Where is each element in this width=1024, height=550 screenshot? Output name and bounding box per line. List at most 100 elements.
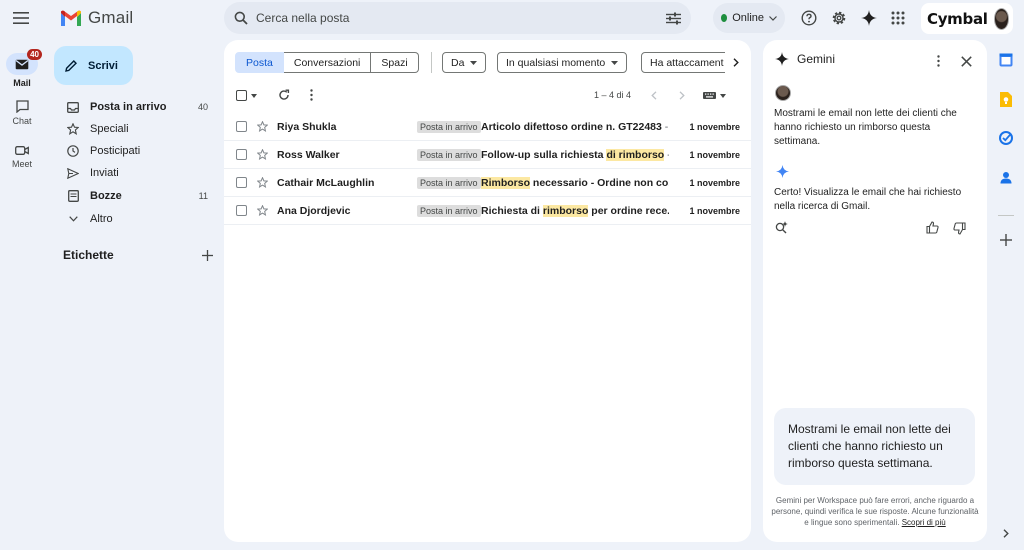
brand-name: Cymbal <box>927 9 988 28</box>
email-row[interactable]: Ross Walker Posta in arrivo Follow-up su… <box>224 141 751 169</box>
email-subject: Rimborso necessario - Ordine non co... <box>481 176 669 189</box>
refresh-button[interactable] <box>278 89 290 101</box>
rail-item-mail[interactable]: 40 Mail <box>0 49 44 88</box>
labels-section: Etichette <box>63 248 213 262</box>
row-checkbox[interactable] <box>236 121 247 132</box>
account-switcher[interactable]: Cymbal <box>921 3 1013 34</box>
email-sender: Ross Walker <box>277 148 340 161</box>
row-checkbox[interactable] <box>236 177 247 188</box>
clock-icon <box>64 145 82 157</box>
gemini-button[interactable] <box>857 6 881 30</box>
star-icon[interactable] <box>257 205 268 216</box>
email-row[interactable]: Cathair McLaughlin Posta in arrivo Rimbo… <box>224 169 751 197</box>
pagination-range: 1 – 4 di 4 <box>594 90 632 100</box>
show-side-panel-button[interactable] <box>994 521 1018 545</box>
search-input[interactable]: Cerca nella posta <box>256 11 666 25</box>
labels-title: Etichette <box>63 248 114 262</box>
disclaimer-text: Gemini per Workspace può fare errori, an… <box>771 496 979 527</box>
user-avatar <box>775 85 791 101</box>
gemini-more-button[interactable] <box>931 54 945 68</box>
email-snippet: - r <box>664 149 669 161</box>
thumbs-up-button[interactable] <box>926 221 939 234</box>
nav-item-inbox[interactable]: Posta in arrivo 40 <box>56 96 216 118</box>
tab-posta[interactable]: Posta <box>235 52 284 73</box>
thumbs-down-button[interactable] <box>953 222 966 235</box>
star-icon <box>64 123 82 135</box>
apps-button[interactable] <box>886 6 910 30</box>
rail-item-meet[interactable]: Meet <box>0 145 44 169</box>
close-icon <box>960 55 972 67</box>
rail-mail-pill: 40 <box>6 49 42 75</box>
nav-item-snoozed[interactable]: Posticipati <box>56 140 216 162</box>
contacts-app-button[interactable] <box>994 165 1018 189</box>
keyboard-icon <box>703 92 716 99</box>
caret-down-icon <box>470 60 478 65</box>
chevron-down-icon <box>769 15 777 21</box>
search-icon[interactable] <box>234 11 248 25</box>
filters-scroll-right[interactable] <box>725 52 747 73</box>
nav-item-drafts[interactable]: Bozze 11 <box>56 185 216 207</box>
nav-item-more[interactable]: Altro <box>56 208 216 230</box>
email-label-chip[interactable]: Posta in arrivo <box>417 176 481 189</box>
search-gmail-button[interactable] <box>775 221 788 234</box>
star-icon[interactable] <box>257 177 268 188</box>
input-tools-button[interactable] <box>703 92 726 99</box>
rail-item-chat[interactable]: Chat <box>0 100 44 126</box>
status-selector[interactable]: Online <box>713 3 785 33</box>
calendar-app-button[interactable] <box>994 48 1018 72</box>
add-label-button[interactable] <box>202 249 213 261</box>
nav-label: Posta in arrivo <box>90 101 167 113</box>
email-subject: Follow-up sulla richiesta di rimborso - … <box>481 148 669 161</box>
prev-page-button[interactable] <box>651 91 657 100</box>
nav-item-sent[interactable]: Inviati <box>56 162 216 184</box>
next-page-button[interactable] <box>679 91 685 100</box>
filter-time[interactable]: In qualsiasi momento <box>497 52 628 73</box>
status-dot <box>721 14 728 22</box>
subject-highlight: di rimborso <box>606 148 665 161</box>
email-sender: Ana Djordjevic <box>277 204 351 217</box>
star-icon[interactable] <box>257 149 268 160</box>
more-vert-icon <box>310 89 313 101</box>
row-checkbox[interactable] <box>236 149 247 160</box>
compose-button[interactable]: Scrivi <box>54 46 133 85</box>
search-bar[interactable]: Cerca nella posta <box>224 2 691 34</box>
email-row[interactable]: Ana Djordjevic Posta in arrivo Richiesta… <box>224 197 751 225</box>
keep-app-button[interactable] <box>994 87 1018 111</box>
filter-from[interactable]: Da <box>442 52 487 73</box>
settings-button[interactable] <box>827 6 851 30</box>
tab-conversazioni[interactable]: Conversazioni <box>283 52 372 73</box>
rail-label: Meet <box>11 159 32 169</box>
caret-down-icon <box>251 93 257 98</box>
email-label-chip[interactable]: Posta in arrivo <box>417 148 481 161</box>
filter-label: Ha attaccament <box>650 56 724 69</box>
tasks-app-button[interactable] <box>994 126 1018 150</box>
calendar-icon <box>999 53 1013 67</box>
email-label-chip[interactable]: Posta in arrivo <box>417 120 481 133</box>
search-options-icon[interactable] <box>666 12 681 25</box>
main-menu-button[interactable] <box>6 4 36 32</box>
gemini-close-button[interactable] <box>959 54 973 68</box>
mail-list-panel: Posta Conversazioni Spazi Da In qualsias… <box>224 40 751 542</box>
email-row[interactable]: Riya Shukla Posta in arrivo Articolo dif… <box>224 113 751 141</box>
more-actions-button[interactable] <box>310 89 313 101</box>
select-all-checkbox[interactable] <box>236 90 257 101</box>
row-checkbox[interactable] <box>236 205 247 216</box>
email-subject: Richiesta di rimborso per ordine rece... <box>481 204 669 217</box>
gemini-sparkle-icon <box>861 10 877 26</box>
tab-spazi[interactable]: Spazi <box>371 52 419 73</box>
email-label-chip[interactable]: Posta in arrivo <box>417 204 481 217</box>
nav-count: 11 <box>198 191 208 201</box>
chat-icon <box>15 100 29 113</box>
video-icon <box>15 145 29 156</box>
help-button[interactable] <box>797 6 821 30</box>
user-prompt: Mostrami le email non lette dei clienti … <box>774 108 957 147</box>
subject-highlight: rimborso <box>542 204 589 217</box>
nav-item-starred[interactable]: Speciali <box>56 118 216 140</box>
gmail-logo[interactable]: Gmail <box>60 8 133 28</box>
get-addons-button[interactable] <box>994 228 1018 252</box>
learn-more-link[interactable]: Scopri di più <box>902 518 946 527</box>
inbox-icon <box>64 101 82 113</box>
star-icon[interactable] <box>257 121 268 132</box>
gemini-prompt-input[interactable]: Mostrami le email non lette dei clienti … <box>774 408 975 485</box>
gemini-title: Gemini <box>797 52 836 66</box>
